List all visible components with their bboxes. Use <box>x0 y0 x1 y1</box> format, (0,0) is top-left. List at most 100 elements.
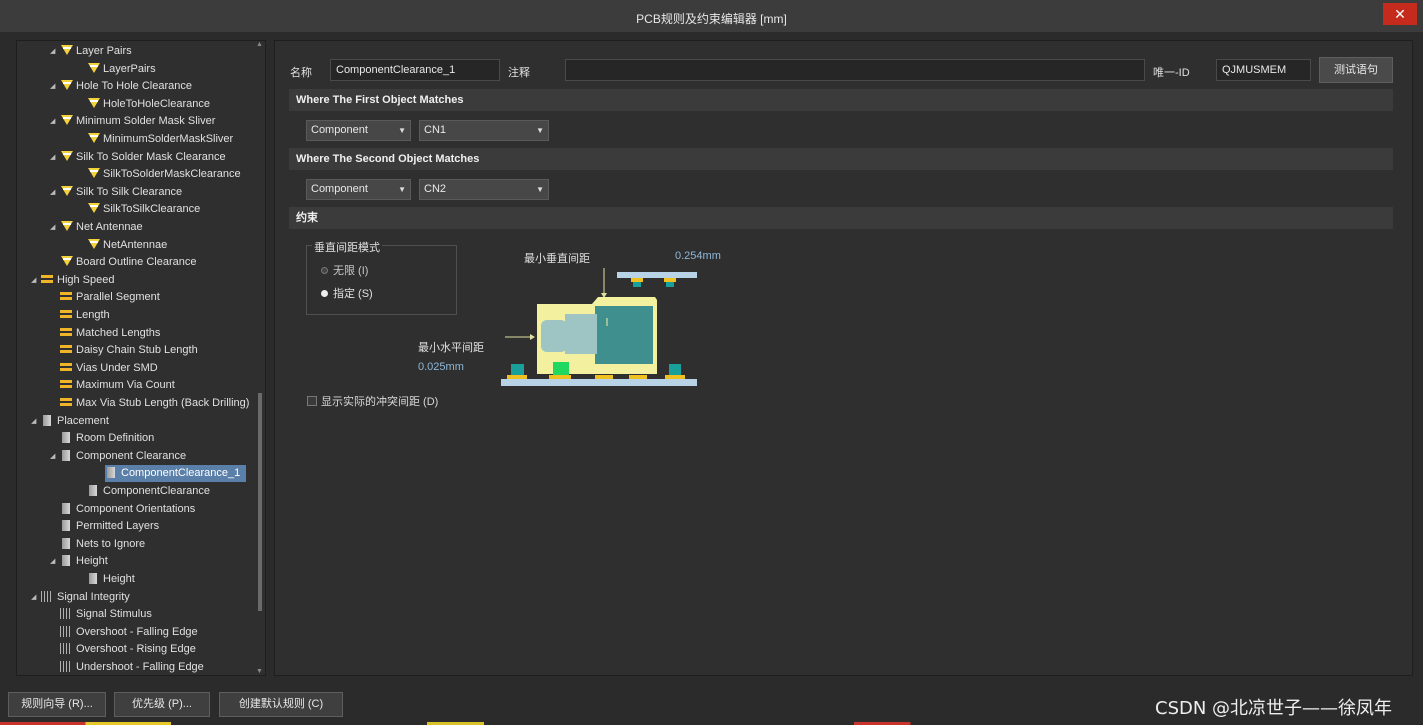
tree-item-label: MinimumSolderMaskSliver <box>103 133 234 145</box>
rule-icon <box>87 168 101 179</box>
high-speed-icon <box>60 362 74 373</box>
expand-arrow-icon[interactable]: ◢ <box>50 184 60 201</box>
tree-item-label: Daisy Chain Stub Length <box>76 344 198 357</box>
expand-arrow-icon[interactable]: ◢ <box>50 219 60 236</box>
tree-item-label: NetAntennae <box>103 238 168 251</box>
placement-icon <box>87 573 101 584</box>
tree-item[interactable]: Overshoot - Falling Edge <box>50 624 198 641</box>
tree-item[interactable]: ComponentClearance <box>77 483 210 500</box>
tree-item[interactable]: Component Orientations <box>50 501 195 518</box>
tree-item[interactable]: Undershoot - Falling Edge <box>50 659 204 675</box>
expand-arrow-icon[interactable]: ◢ <box>50 78 60 95</box>
tree-item[interactable]: ◢ Height <box>50 553 108 570</box>
tree-item[interactable]: Daisy Chain Stub Length <box>50 342 198 359</box>
expand-arrow-icon[interactable]: ◢ <box>50 149 60 166</box>
tree-item[interactable]: ◢ Net Antennae <box>50 219 143 236</box>
name-field[interactable]: ComponentClearance_1 <box>330 59 500 81</box>
min-vertical-label: 最小垂直间距 <box>524 253 590 265</box>
radio-infinite[interactable]: 无限 (I) <box>321 262 368 278</box>
placement-icon <box>60 502 74 514</box>
expand-arrow-icon[interactable]: ◢ <box>50 113 60 130</box>
test-query-button[interactable]: 测试语句 <box>1319 57 1393 83</box>
radio-specified-label: 指定 (S) <box>333 288 373 300</box>
tree-item[interactable]: Room Definition <box>50 430 154 447</box>
tree-item[interactable]: MinimumSolderMaskSliver <box>77 131 233 148</box>
tree-item[interactable]: HoleToHoleClearance <box>77 96 210 113</box>
checkbox-box[interactable] <box>307 396 317 406</box>
tree-item[interactable]: Matched Lengths <box>50 325 160 342</box>
radio-infinite-label: 无限 (I) <box>333 265 369 277</box>
show-actual-clearance-checkbox[interactable]: 显示实际的冲突间距 (D) <box>307 393 438 409</box>
tree-item[interactable]: ◢ Layer Pairs <box>50 43 132 60</box>
scroll-thumb[interactable] <box>258 393 262 611</box>
tree-item-label: Silk To Solder Mask Clearance <box>76 150 226 163</box>
tree-item[interactable]: Overshoot - Rising Edge <box>50 641 196 658</box>
tree-scrollbar[interactable]: ▲ ▼ <box>255 41 265 675</box>
rule-icon <box>87 203 101 214</box>
upper-lead-2 <box>666 282 674 287</box>
expand-arrow-icon[interactable]: ◢ <box>31 272 41 289</box>
tree-item-label: Layer Pairs <box>76 45 132 57</box>
component-body <box>595 306 653 364</box>
scroll-up-icon[interactable]: ▲ <box>256 41 263 48</box>
name-label: 名称 <box>290 67 312 79</box>
tree-item[interactable]: ◢ Placement <box>31 413 109 430</box>
tree-item[interactable]: Height <box>77 571 135 588</box>
upper-pad-2 <box>664 278 676 282</box>
tree-item-label: Room Definition <box>76 432 155 445</box>
tree-item[interactable]: Permitted Layers <box>50 518 159 535</box>
expand-arrow-icon[interactable]: ◢ <box>50 43 60 60</box>
tree-item[interactable]: SilkToSolderMaskClearance <box>77 166 241 183</box>
rule-icon <box>60 115 74 126</box>
uid-field[interactable]: QJMUSMEM <box>1216 59 1311 81</box>
min-horizontal-value[interactable]: 0.025mm <box>418 361 464 373</box>
tree-item-selected[interactable]: ComponentClearance_1 <box>105 465 247 483</box>
tree-item-label: Matched Lengths <box>76 326 161 339</box>
rule-icon <box>87 133 101 144</box>
expand-arrow-icon[interactable]: ◢ <box>31 589 41 606</box>
tree-item[interactable]: ◢ Hole To Hole Clearance <box>50 78 192 95</box>
tree-item-label: Signal Stimulus <box>76 608 152 621</box>
tree-item-label: High Speed <box>57 273 115 286</box>
tree-item[interactable]: LayerPairs <box>77 61 156 78</box>
tree-item[interactable]: Vias Under SMD <box>50 360 158 377</box>
tree-item[interactable]: SilkToSilkClearance <box>77 201 200 218</box>
tree-item[interactable]: Board Outline Clearance <box>50 254 196 271</box>
expand-arrow-icon[interactable]: ◢ <box>50 553 60 570</box>
window-title: PCB规则及约束编辑器 [mm] <box>636 12 787 26</box>
scroll-down-icon[interactable]: ▼ <box>256 668 263 675</box>
create-default-rules-button[interactable]: 创建默认规则 (C) <box>219 692 343 717</box>
lower-board <box>501 379 697 386</box>
tree-item[interactable]: Max Via Stub Length (Back Drilling) <box>50 395 249 412</box>
radio-specified[interactable]: 指定 (S) <box>321 285 373 301</box>
rule-wizard-button[interactable]: 规则向导 (R)... <box>8 692 106 717</box>
tree-item[interactable]: ◢ Silk To Silk Clearance <box>50 184 182 201</box>
rule-icon <box>60 185 74 197</box>
first-match-value-select[interactable]: CN1 ▼ <box>419 120 549 141</box>
tree-item[interactable]: ◢ Minimum Solder Mask Sliver <box>50 113 215 130</box>
tree-item[interactable]: Length <box>50 307 110 324</box>
tree-item[interactable]: Parallel Segment <box>50 289 160 306</box>
tree-item[interactable]: Maximum Via Count <box>50 377 175 394</box>
tree-item-label: Placement <box>57 414 109 427</box>
tree-item[interactable]: Signal Stimulus <box>50 606 152 623</box>
comment-field[interactable] <box>565 59 1145 81</box>
min-vertical-value[interactable]: 0.254mm <box>675 250 721 262</box>
tree-item[interactable]: ◢ Signal Integrity <box>31 589 130 606</box>
tree-item-label: SilkToSolderMaskClearance <box>103 168 241 181</box>
first-match-type-select[interactable]: Component ▼ <box>306 120 411 141</box>
expand-arrow-icon[interactable]: ◢ <box>50 448 60 465</box>
second-match-type-select[interactable]: Component ▼ <box>306 179 411 200</box>
tree-item[interactable]: NetAntennae <box>77 237 167 254</box>
tree-item[interactable]: ◢ Component Clearance <box>50 448 186 465</box>
tree-item[interactable]: ◢ Silk To Solder Mask Clearance <box>50 149 226 166</box>
tree-item[interactable]: ◢ High Speed <box>31 272 115 289</box>
tree-item[interactable]: Nets to Ignore <box>50 536 145 553</box>
rule-tree[interactable]: ◢ Layer Pairs LayerPairs ◢ Hole To Hole Clea… <box>16 40 266 676</box>
expand-arrow-icon[interactable]: ◢ <box>31 413 41 430</box>
priority-button[interactable]: 优先级 (P)... <box>114 692 210 717</box>
close-button[interactable]: ✕ <box>1383 3 1417 25</box>
show-actual-label: 显示实际的冲突间距 (D) <box>321 396 439 408</box>
green-lead <box>553 362 569 376</box>
second-match-value-select[interactable]: CN2 ▼ <box>419 179 549 200</box>
